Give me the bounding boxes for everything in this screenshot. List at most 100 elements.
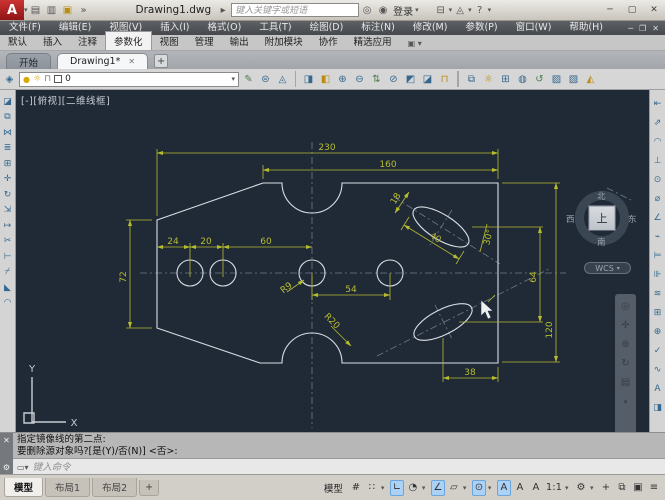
array-icon[interactable]: ⊞: [1, 156, 15, 172]
dim-right-height[interactable]: 120: [545, 321, 555, 338]
sign-in-caret-icon[interactable]: ▾: [415, 6, 419, 14]
ortho-mode-icon[interactable]: ∟: [389, 479, 404, 496]
wcs-caret-icon[interactable]: ▾: [617, 265, 620, 272]
command-tools-icon[interactable]: ⚙: [3, 463, 10, 472]
scale-caret-icon[interactable]: ▾: [565, 484, 572, 492]
dim-center-mark-icon[interactable]: ⊕: [651, 322, 665, 341]
wcs-menu[interactable]: WCS ▾: [584, 262, 631, 274]
window-maximize-icon[interactable]: ▢: [621, 3, 643, 18]
file-tab-start[interactable]: 开始: [6, 53, 52, 69]
osnap-caret-icon[interactable]: ▾: [488, 484, 495, 492]
dim-jogged-icon[interactable]: ⌁: [651, 227, 665, 246]
layout-tab-layout2[interactable]: 布局2: [92, 478, 138, 497]
layer-unlock-all-icon[interactable]: ◪: [420, 71, 435, 87]
tab-featured-apps[interactable]: 精选应用: [346, 32, 400, 50]
new-layout-button[interactable]: +: [139, 479, 160, 496]
layer-restore-icon[interactable]: ↺: [532, 71, 547, 87]
app-store-cart-icon[interactable]: ⊟: [433, 2, 449, 18]
help-icon[interactable]: ?: [472, 2, 488, 18]
polar-caret-icon[interactable]: ▾: [422, 484, 429, 492]
dim-notch-radius[interactable]: R20: [322, 312, 342, 332]
dim-total-width[interactable]: 230: [318, 143, 335, 153]
dim-style-icon[interactable]: ◨: [651, 398, 665, 417]
layer-off-icon[interactable]: ⊖: [352, 71, 367, 87]
dim-hole-spacing[interactable]: 20: [200, 237, 212, 247]
tab-collaborate[interactable]: 协作: [311, 32, 346, 50]
doc-restore-icon[interactable]: ❐: [639, 24, 646, 33]
layer-select-combo[interactable]: ● ☼ ⊓ 0 ▾: [19, 71, 239, 87]
viewcube-south[interactable]: 南: [597, 236, 606, 248]
viewcube[interactable]: 北 西 东 南 上: [566, 189, 637, 248]
file-tab-drawing1[interactable]: Drawing1* ✕: [57, 53, 149, 69]
fillet-icon[interactable]: ◠: [1, 296, 15, 312]
tab-addins[interactable]: 附加模块: [257, 32, 311, 50]
showmotion-icon[interactable]: ▤: [621, 378, 630, 388]
dim-slot-center-span[interactable]: 64: [529, 271, 539, 283]
layer-unlock-icon[interactable]: ⊓: [44, 74, 51, 84]
object-snap-icon[interactable]: ⊙: [471, 479, 486, 496]
tab-insert[interactable]: 插入: [35, 32, 70, 50]
dim-hole-span-right[interactable]: 54: [345, 285, 357, 295]
tab-parametric[interactable]: 参数化: [105, 31, 152, 50]
mirror-icon[interactable]: ⋈: [1, 125, 15, 141]
plot-icon[interactable]: ▣: [60, 2, 76, 18]
copy-icon[interactable]: ⧉: [1, 110, 15, 126]
layer-lock-icon[interactable]: ◩: [403, 71, 418, 87]
dim-diameter-icon[interactable]: ⌀: [651, 189, 665, 208]
menu-help[interactable]: 帮助(H): [560, 21, 612, 35]
menu-modify[interactable]: 修改(M): [404, 21, 457, 35]
layer-freeze-icon[interactable]: ⊕: [335, 71, 350, 87]
new-drawing-tab-button[interactable]: +: [154, 54, 169, 68]
dim-jog-line-icon[interactable]: ∿: [651, 360, 665, 379]
dim-hole-offset[interactable]: 24: [167, 237, 179, 247]
dim-ordinate-icon[interactable]: ⊥: [651, 151, 665, 170]
chamfer-icon[interactable]: ◣: [1, 280, 15, 296]
dim-slot-length[interactable]: 40: [428, 231, 443, 246]
workspace-switch-icon[interactable]: ⚙: [574, 480, 588, 496]
change-to-current-layer-icon[interactable]: ◍: [515, 71, 530, 87]
doc-minimize-icon[interactable]: ─: [628, 24, 633, 33]
annotation-autoscale-icon[interactable]: A: [513, 480, 527, 496]
full-nav-wheel-icon[interactable]: ◎: [621, 302, 630, 312]
layer-on-icon[interactable]: ●: [23, 75, 30, 84]
trim-icon[interactable]: ✂: [1, 234, 15, 250]
layer-merge-icon[interactable]: ⊞: [498, 71, 513, 87]
customization-plus-icon[interactable]: +: [599, 480, 613, 496]
tab-view[interactable]: 视图: [152, 32, 187, 50]
dim-angular-icon[interactable]: ∠: [651, 208, 665, 227]
layer-filter-icon[interactable]: ▧: [566, 71, 581, 87]
dim-tolerance-icon[interactable]: ⊞: [651, 303, 665, 322]
layer-translator-icon[interactable]: ◭: [583, 71, 598, 87]
scale-icon[interactable]: ⇲: [1, 203, 15, 219]
viewcube-top-face[interactable]: 上: [589, 206, 615, 230]
dim-slot-angle[interactable]: 30°: [482, 228, 496, 246]
dim-spacing-icon[interactable]: ≋: [651, 284, 665, 303]
dim-left-height[interactable]: 72: [119, 271, 129, 282]
window-close-icon[interactable]: ✕: [643, 3, 665, 18]
customize-menu-icon[interactable]: ≡: [647, 480, 661, 496]
command-close-icon[interactable]: ✕: [3, 436, 10, 445]
tab-home[interactable]: 默认: [0, 32, 35, 50]
model-space-button[interactable]: 模型: [324, 481, 343, 495]
layout-tab-model[interactable]: 模型: [4, 478, 44, 497]
dim-upper-width[interactable]: 160: [379, 160, 396, 170]
dim-hole-span[interactable]: 60: [260, 237, 272, 247]
copy-to-layer-icon[interactable]: ⧉: [464, 71, 479, 87]
layout-tab-layout1[interactable]: 布局1: [45, 478, 91, 497]
object-snap-tracking-icon[interactable]: ▱: [447, 480, 461, 496]
layer-lock-fade-icon[interactable]: ⊓: [437, 71, 452, 87]
make-current-layer-icon[interactable]: ✎: [241, 71, 256, 87]
turn-all-layers-on-icon[interactable]: ☼: [481, 71, 496, 87]
viewcube-east[interactable]: 东: [628, 213, 637, 225]
isolate-objects-icon[interactable]: ⧉: [615, 480, 629, 496]
search-expand-icon[interactable]: ▸: [215, 2, 231, 18]
menu-window[interactable]: 窗口(W): [507, 21, 561, 35]
layer-states-icon[interactable]: ▨: [549, 71, 564, 87]
grid-display-icon[interactable]: #: [349, 480, 363, 496]
save-icon[interactable]: ▤: [28, 2, 44, 18]
iso-draft-icon[interactable]: ∠: [430, 479, 445, 496]
snap-mode-icon[interactable]: ∷: [365, 480, 379, 496]
layer-thaw-icon[interactable]: ☼: [33, 74, 41, 84]
previous-layer-icon[interactable]: ◬: [275, 71, 290, 87]
layer-combo-caret-icon[interactable]: ▾: [231, 75, 235, 83]
